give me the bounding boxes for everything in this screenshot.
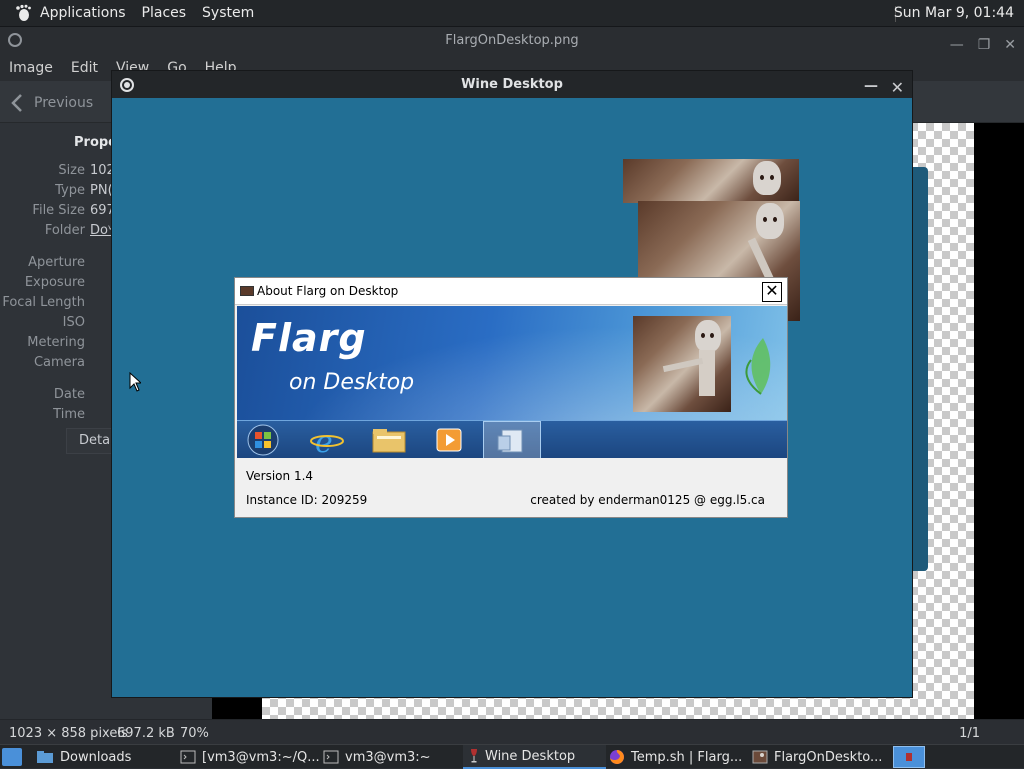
taskbar-item-image-viewer[interactable]: FlargOnDeskto... xyxy=(752,745,888,769)
flarg-image-window[interactable] xyxy=(623,159,799,203)
chevron-left-icon xyxy=(11,94,22,112)
wine-icon xyxy=(471,749,477,763)
top-panel: Applications Places System Sun Mar 9, 01… xyxy=(0,0,1024,27)
about-title: About Flarg on Desktop xyxy=(257,284,399,298)
minimize-icon[interactable]: — xyxy=(864,73,878,100)
folder-icon xyxy=(369,424,409,456)
close-icon[interactable]: ✕ xyxy=(762,282,782,302)
media-player-icon xyxy=(429,424,469,456)
mouse-cursor-icon xyxy=(129,372,141,392)
taskbar-item-wine-desktop[interactable]: Wine Desktop xyxy=(463,745,606,769)
taskbar-item-downloads[interactable]: Downloads xyxy=(36,745,176,769)
active-app-highlight xyxy=(483,421,541,459)
show-desktop-icon[interactable] xyxy=(2,748,22,766)
flarg-face-icon xyxy=(756,203,784,239)
window-menu-icon[interactable] xyxy=(120,78,134,92)
image-edge xyxy=(974,123,1024,719)
close-icon[interactable]: ✕ xyxy=(891,74,904,101)
flarg-portrait xyxy=(633,316,731,412)
wine-title: Wine Desktop xyxy=(461,77,563,92)
leaf-decoration xyxy=(743,336,779,396)
image-viewer-icon xyxy=(752,750,768,764)
status-filesize: 697.2 kB xyxy=(117,726,175,741)
applications-menu[interactable]: Applications xyxy=(34,5,132,21)
about-banner: Flarg on Desktop xyxy=(237,306,787,420)
folder-icon xyxy=(37,751,53,763)
wine-titlebar[interactable]: Wine Desktop — ✕ xyxy=(112,71,912,98)
status-bar: 1023 × 858 pixels 697.2 kB 70% 1/1 xyxy=(0,719,1024,747)
window-menu-icon[interactable] xyxy=(8,33,22,47)
windows-orb-icon xyxy=(243,424,283,456)
workspace-switcher[interactable] xyxy=(893,746,925,768)
windows7-taskbar-graphic: e xyxy=(237,420,787,460)
about-titlebar[interactable]: About Flarg on Desktop ✕ xyxy=(235,278,787,305)
svg-text:e: e xyxy=(315,425,333,456)
previous-label: Previous xyxy=(34,95,94,111)
internet-explorer-icon: e xyxy=(307,424,347,460)
terminal-icon xyxy=(180,750,196,764)
about-body: Version 1.4 Instance ID: 209259 created … xyxy=(237,458,787,517)
status-page: 1/1 xyxy=(959,726,980,741)
app-icon xyxy=(240,286,254,296)
flarg-logo: Flarg xyxy=(251,316,367,360)
viewer-title: FlargOnDesktop.png xyxy=(445,33,579,48)
instance-id-text: Instance ID: 209259 xyxy=(246,493,368,507)
terminal-icon xyxy=(323,750,339,764)
taskbar-item-terminal-1[interactable]: [vm3@vm3:~/Q... xyxy=(180,745,320,769)
about-dialog: About Flarg on Desktop ✕ Flarg on Deskto… xyxy=(234,277,788,518)
system-menu[interactable]: System xyxy=(196,5,260,21)
taskbar-item-firefox[interactable]: Temp.sh | Flarg... xyxy=(609,745,749,769)
places-menu[interactable]: Places xyxy=(136,5,193,21)
credit-text: created by enderman0125 @ egg.l5.ca xyxy=(530,493,765,507)
viewer-titlebar[interactable]: FlargOnDesktop.png — ❐ ✕ xyxy=(0,27,1024,55)
gnome-foot-icon[interactable] xyxy=(8,4,31,22)
menu-image[interactable]: Image xyxy=(0,60,62,76)
clock[interactable]: Sun Mar 9, 01:44 xyxy=(894,5,1014,21)
status-dimensions: 1023 × 858 pixels xyxy=(9,726,128,741)
flarg-logo-sub: on Desktop xyxy=(289,370,415,395)
version-text: Version 1.4 xyxy=(246,469,314,483)
flarg-face-icon xyxy=(753,161,781,195)
taskbar-item-terminal-2[interactable]: vm3@vm3:~ xyxy=(323,745,463,769)
flarg-face-icon xyxy=(695,320,721,352)
folder-link[interactable]: Doᵛ xyxy=(90,223,113,238)
menu-edit[interactable]: Edit xyxy=(62,60,107,76)
firefox-icon xyxy=(610,750,624,764)
previous-button[interactable]: Previous xyxy=(10,89,93,117)
workspace-window-icon xyxy=(906,753,912,761)
bottom-taskbar: Downloads [vm3@vm3:~/Q... vm3@vm3:~ Wine… xyxy=(0,744,1024,769)
image-desktop-edge xyxy=(912,167,928,571)
image-edge-bottom xyxy=(212,695,262,719)
app-window-icon xyxy=(497,429,523,453)
status-zoom: 70% xyxy=(180,726,209,741)
